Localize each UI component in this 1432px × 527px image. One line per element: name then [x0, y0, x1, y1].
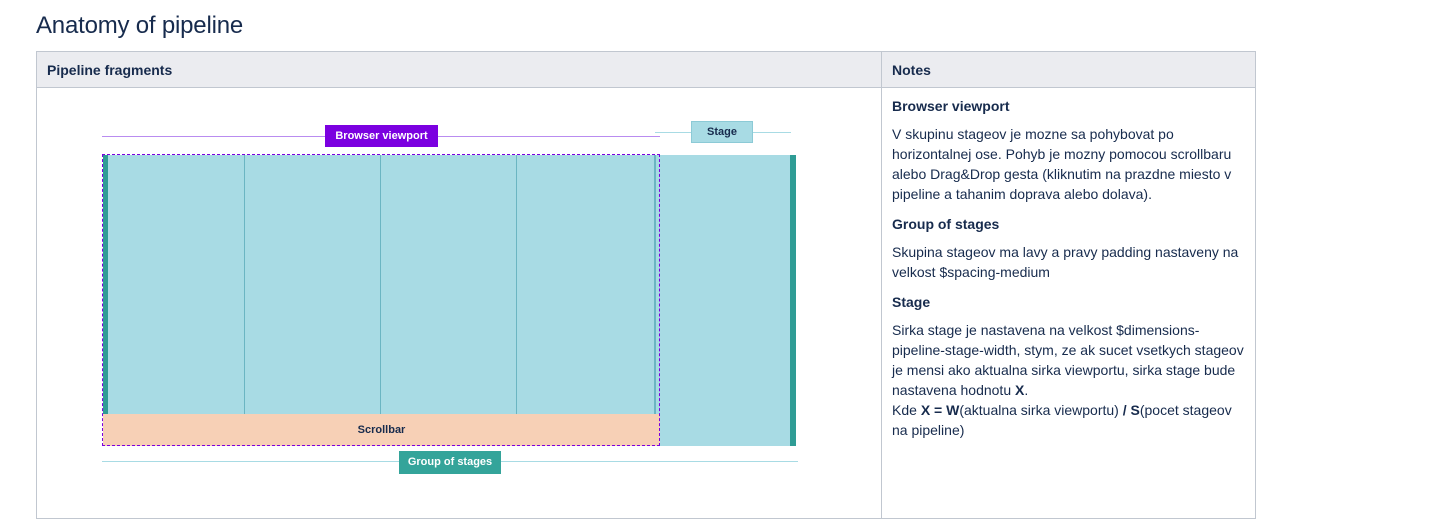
pipeline-diagram: Browser viewport Stage Scrollbar Group o…: [37, 88, 861, 518]
formula-intro: Kde: [892, 402, 917, 418]
diagram-cell: Browser viewport Stage Scrollbar Group o…: [36, 87, 882, 519]
stage-5-outside-viewport: [655, 155, 790, 446]
note-heading-browser-viewport: Browser viewport: [892, 98, 1010, 114]
stage-label: Stage: [691, 121, 753, 143]
stage-description: Sirka stage je nastavena na velkost $dim…: [892, 322, 1244, 398]
note-heading-stage: Stage: [892, 294, 931, 310]
note-text-browser-viewport: V skupinu stageov je mozne sa pohybovat …: [892, 126, 1232, 202]
table-row: Browser viewport Stage Scrollbar Group o…: [36, 87, 1256, 519]
note-text-group-of-stages: Skupina stageov ma lavy a pravy padding …: [892, 244, 1239, 280]
header-pipeline-fragments: Pipeline fragments: [36, 51, 882, 88]
notes-cell: Browser viewport V skupinu stageov je mo…: [881, 87, 1256, 519]
table-header-row: Pipeline fragments Notes: [36, 51, 1256, 88]
formula-x-eq-w: X = W: [920, 402, 960, 418]
anatomy-table: Pipeline fragments Notes Browser viewpor…: [36, 51, 1256, 519]
formula-div-s: / S: [1122, 402, 1140, 418]
group-right-edge: [790, 155, 796, 446]
browser-viewport-outline: [102, 154, 660, 446]
header-notes: Notes: [881, 51, 1256, 88]
group-of-stages-label: Group of stages: [399, 451, 501, 474]
note-text-stage: Sirka stage je nastavena na velkost $dim…: [892, 320, 1245, 440]
page-title: Anatomy of pipeline: [36, 12, 243, 39]
formula-w-desc: (aktualna sirka viewportu): [959, 402, 1119, 418]
stage-period: .: [1024, 382, 1029, 398]
browser-viewport-label: Browser viewport: [325, 125, 438, 147]
stage-value-x: X: [1015, 382, 1025, 398]
note-heading-group-of-stages: Group of stages: [892, 216, 1000, 232]
